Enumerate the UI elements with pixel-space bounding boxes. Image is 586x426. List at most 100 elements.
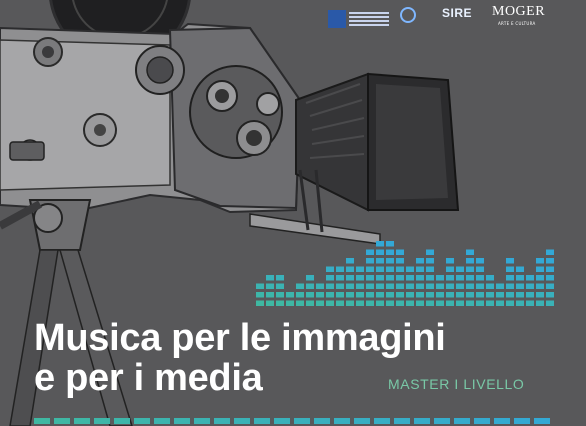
equalizer-segment [306, 300, 314, 306]
equalizer-segment [536, 275, 544, 281]
equalizer-segment [546, 283, 554, 289]
equalizer-segment [516, 266, 524, 272]
equalizer-segment [526, 292, 534, 298]
equalizer-segment [346, 258, 354, 264]
equalizer-segment [456, 300, 464, 306]
equalizer-segment [466, 283, 474, 289]
equalizer-segment [476, 275, 484, 281]
quantum-logo [400, 4, 434, 28]
equalizer-segment [326, 283, 334, 289]
equalizer-segment [356, 275, 364, 281]
equalizer-segment [446, 283, 454, 289]
equalizer-segment [326, 275, 334, 281]
bottom-dash-segment [514, 418, 530, 424]
equalizer-segment [296, 292, 304, 298]
equalizer-segment [386, 241, 394, 247]
equalizer-segment [346, 266, 354, 272]
equalizer-segment [406, 283, 414, 289]
bottom-dash-segment [254, 418, 270, 424]
equalizer-segment [536, 283, 544, 289]
equalizer-segment [476, 266, 484, 272]
equalizer-segment [396, 266, 404, 272]
equalizer-segment [256, 292, 264, 298]
equalizer-segment [346, 283, 354, 289]
equalizer-segment [456, 275, 464, 281]
equalizer-segment [466, 275, 474, 281]
mibact-emblem-icon [328, 10, 346, 28]
bottom-dash-segment [74, 418, 90, 424]
equalizer-segment [536, 300, 544, 306]
equalizer-segment [546, 300, 554, 306]
equalizer-segment [536, 292, 544, 298]
bottom-dash-segment [414, 418, 430, 424]
equalizer-segment [266, 300, 274, 306]
equalizer-segment [386, 266, 394, 272]
bottom-dash-segment [474, 418, 490, 424]
poster-title-line-2: e per i media [34, 357, 263, 399]
equalizer-segment [446, 300, 454, 306]
equalizer-segment [366, 300, 374, 306]
equalizer-segment [396, 258, 404, 264]
equalizer-segment [366, 292, 374, 298]
equalizer-segment [396, 300, 404, 306]
equalizer-segment [426, 266, 434, 272]
equalizer-segment [546, 258, 554, 264]
equalizer-segment [306, 275, 314, 281]
poster-title-line-1: Musica per le immagini [34, 317, 446, 359]
equalizer-segment [536, 266, 544, 272]
bottom-dash-bar [34, 418, 550, 424]
moger-tagline: ARTE E CULTURA [498, 21, 536, 26]
equalizer-segment [506, 300, 514, 306]
equalizer-segment [336, 292, 344, 298]
mibact-wordmark [349, 12, 389, 14]
equalizer-segment [266, 283, 274, 289]
equalizer-segment [406, 275, 414, 281]
equalizer-segment [356, 292, 364, 298]
equalizer-segment [456, 292, 464, 298]
equalizer-segment [416, 292, 424, 298]
equalizer-segment [386, 300, 394, 306]
equalizer-segment [326, 300, 334, 306]
bottom-dash-segment [94, 418, 110, 424]
poster-subtitle: MASTER I LIVELLO [388, 376, 525, 392]
equalizer-segment [346, 292, 354, 298]
bottom-dash-segment [394, 418, 410, 424]
equalizer-segment [266, 275, 274, 281]
bottom-dash-segment [434, 418, 450, 424]
equalizer-segment [266, 292, 274, 298]
equalizer-segment [396, 275, 404, 281]
equalizer-segment [546, 266, 554, 272]
equalizer-segment [386, 258, 394, 264]
equalizer-segment [276, 300, 284, 306]
equalizer-segment [426, 292, 434, 298]
equalizer-segment [446, 266, 454, 272]
bottom-dash-segment [294, 418, 310, 424]
bottom-dash-segment [134, 418, 150, 424]
equalizer-segment [406, 300, 414, 306]
equalizer-segment [546, 275, 554, 281]
equalizer-segment [376, 266, 384, 272]
bottom-dash-segment [494, 418, 510, 424]
equalizer-segment [306, 292, 314, 298]
equalizer-segment [536, 258, 544, 264]
equalizer-segment [506, 275, 514, 281]
equalizer-segment [516, 283, 524, 289]
equalizer-segment [406, 292, 414, 298]
bottom-dash-segment [354, 418, 370, 424]
sire-logo-text: SIRE [442, 6, 473, 20]
equalizer-segment [416, 275, 424, 281]
equalizer-segment [496, 300, 504, 306]
equalizer-segment [476, 292, 484, 298]
equalizer-segment [366, 249, 374, 255]
equalizer-segment [326, 292, 334, 298]
bottom-dash-segment [234, 418, 250, 424]
equalizer-segment [366, 258, 374, 264]
poster-title: Musica per le immagini e per i media [34, 318, 446, 398]
bottom-dash-segment [34, 418, 50, 424]
equalizer-segment [376, 300, 384, 306]
equalizer-segment [386, 292, 394, 298]
equalizer-segment [356, 266, 364, 272]
equalizer-segment [276, 275, 284, 281]
bottom-dash-segment [334, 418, 350, 424]
equalizer-segment [346, 300, 354, 306]
